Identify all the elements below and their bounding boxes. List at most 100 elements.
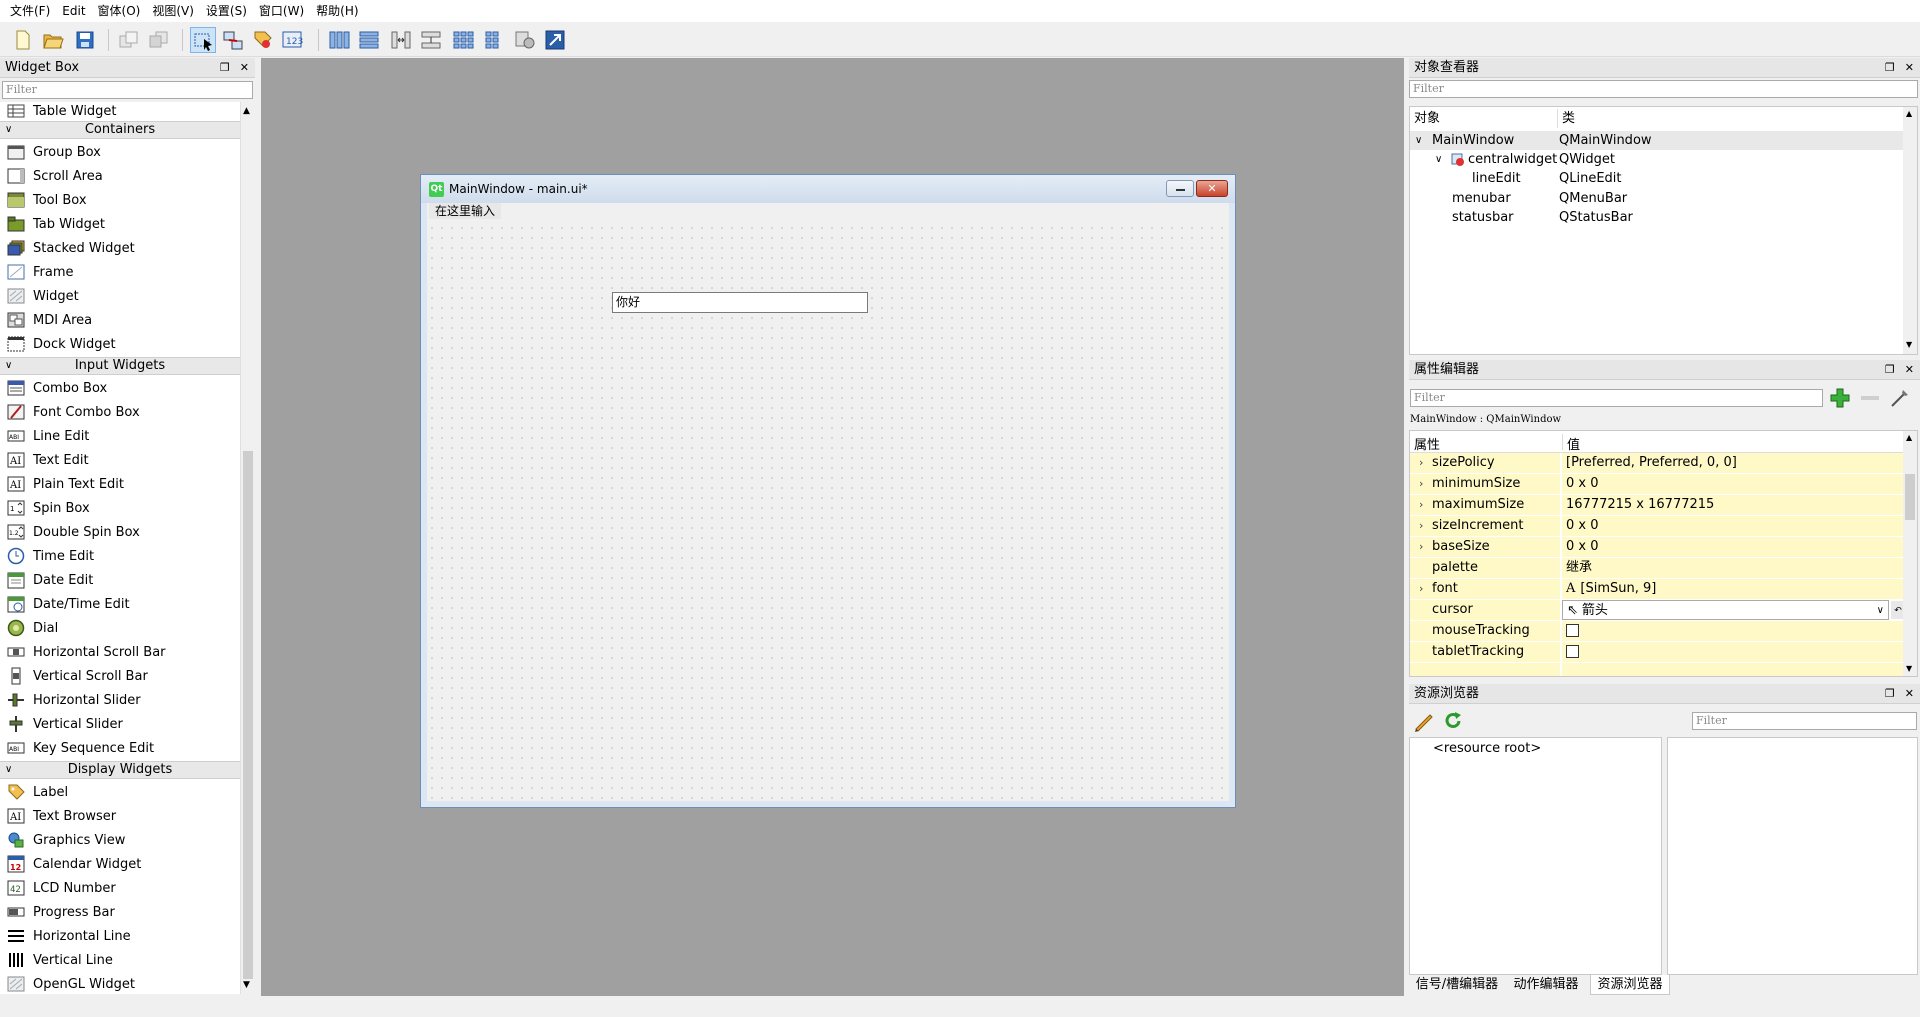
widget-item-graphics-view[interactable]: Graphics View: [0, 828, 240, 852]
widget-item-horizontal-scroll-bar[interactable]: Horizontal Scroll Bar: [0, 640, 240, 664]
scroll-down-icon[interactable]: ▼: [1906, 340, 1912, 349]
widget-item-scroll-area[interactable]: Scroll Area: [0, 164, 240, 188]
layout-splitter-vertical-icon[interactable]: [418, 27, 444, 53]
scroll-down-icon[interactable]: ▼: [1906, 664, 1912, 673]
scrollbar-thumb[interactable]: [243, 451, 253, 979]
tab-resource-browser[interactable]: 资源浏览器: [1590, 975, 1670, 995]
widget-item-time-edit[interactable]: Time Edit: [0, 544, 240, 568]
category-containers[interactable]: ∨ Containers: [0, 121, 240, 139]
resource-browser-filter-input[interactable]: Filter: [1692, 712, 1917, 730]
object-inspector-filter-input[interactable]: Filter: [1409, 80, 1918, 98]
adjust-size-icon[interactable]: [542, 27, 568, 53]
widget-item-line-edit[interactable]: ABI Line Edit: [0, 424, 240, 448]
remove-dynamic-property-icon[interactable]: [1857, 387, 1883, 409]
tab-signal-slot-editor[interactable]: 信号/槽编辑器: [1412, 975, 1502, 995]
widget-item-spin-box[interactable]: 1 Spin Box: [0, 496, 240, 520]
float-icon[interactable]: ❐: [1885, 58, 1895, 78]
tablet-tracking-checkbox[interactable]: [1566, 645, 1579, 658]
widget-item-font-combo-box[interactable]: Font Combo Box: [0, 400, 240, 424]
widget-item-progress-bar[interactable]: Progress Bar: [0, 900, 240, 924]
new-file-icon[interactable]: [10, 27, 36, 53]
layout-vertical-icon[interactable]: [356, 27, 382, 53]
property-row-sizepolicy[interactable]: › sizePolicy [Preferred, Preferred, 0, 0]: [1410, 453, 1917, 474]
layout-grid-icon[interactable]: [450, 27, 476, 53]
edit-widgets-icon[interactable]: [190, 27, 216, 53]
scroll-up-icon[interactable]: ▲: [243, 106, 250, 116]
widget-item-double-spin-box[interactable]: 1.2 Double Spin Box: [0, 520, 240, 544]
property-editor-filter-input[interactable]: Filter: [1410, 389, 1823, 407]
scrollbar-thumb[interactable]: [1905, 474, 1915, 520]
menu-window[interactable]: 窗口(W): [253, 0, 310, 22]
property-row-tablettracking[interactable]: tabletTracking: [1410, 642, 1917, 663]
widget-item-table-widget[interactable]: Table Widget: [0, 102, 240, 123]
widget-item-tab-widget[interactable]: Tab Widget: [0, 212, 240, 236]
menu-help[interactable]: 帮助(H): [310, 0, 364, 22]
layout-form-icon[interactable]: [480, 27, 506, 53]
save-icon[interactable]: [72, 27, 98, 53]
property-row-mousetracking[interactable]: mouseTracking: [1410, 621, 1917, 642]
object-tree-scrollbar[interactable]: ▲ ▼: [1903, 107, 1917, 354]
widget-item-mdi-area[interactable]: MDI Area: [0, 308, 240, 332]
scroll-up-icon[interactable]: ▲: [1906, 109, 1912, 118]
widget-item-plain-text-edit[interactable]: AI Plain Text Edit: [0, 472, 240, 496]
edit-signals-slots-icon[interactable]: [220, 27, 246, 53]
close-icon[interactable]: ✕: [240, 58, 249, 78]
break-layout-icon[interactable]: [512, 27, 538, 53]
add-dynamic-property-icon[interactable]: [1827, 387, 1853, 409]
widget-item-date-edit[interactable]: Date Edit: [0, 568, 240, 592]
widget-item-calendar-widget[interactable]: 12 Calendar Widget: [0, 852, 240, 876]
property-table-scrollbar[interactable]: ▲ ▼: [1903, 431, 1917, 676]
layout-splitter-horizontal-icon[interactable]: [388, 27, 414, 53]
property-row-minimumsize[interactable]: › minimumSize 0 x 0: [1410, 474, 1917, 495]
property-row-basesize[interactable]: › baseSize 0 x 0: [1410, 537, 1917, 558]
widget-item-label[interactable]: Label: [0, 780, 240, 804]
minimize-button[interactable]: [1166, 180, 1194, 197]
widget-item-stacked-widget[interactable]: Stacked Widget: [0, 236, 240, 260]
float-icon[interactable]: ❐: [1885, 360, 1895, 380]
edit-resources-icon[interactable]: [1412, 709, 1436, 733]
open-folder-icon[interactable]: [40, 27, 66, 53]
widget-item-vertical-slider[interactable]: Vertical Slider: [0, 712, 240, 736]
tree-row-mainwindow[interactable]: ∨ MainWindow QMainWindow: [1410, 131, 1905, 150]
widget-item-tool-box[interactable]: Tool Box: [0, 188, 240, 212]
menu-file[interactable]: 文件(F): [4, 0, 56, 22]
widget-item-lcd-number[interactable]: 42 LCD Number: [0, 876, 240, 900]
close-icon[interactable]: ✕: [1905, 360, 1914, 380]
float-icon[interactable]: ❐: [220, 58, 230, 78]
mouse-tracking-checkbox[interactable]: [1566, 624, 1579, 637]
form-window[interactable]: Qt MainWindow - main.ui* ✕ 在这里输入: [420, 174, 1236, 808]
tree-row-lineedit[interactable]: lineEdit QLineEdit: [1410, 169, 1905, 188]
widget-box-filter-input[interactable]: Filter: [2, 81, 253, 99]
reload-icon[interactable]: [1441, 709, 1465, 733]
widget-item-key-sequence-edit[interactable]: ABI Key Sequence Edit: [0, 736, 240, 760]
edit-buddies-icon[interactable]: [250, 27, 276, 53]
widget-item-horizontal-line[interactable]: Horizontal Line: [0, 924, 240, 948]
tree-row-centralwidget[interactable]: ∨ centralwidget QWidget: [1410, 150, 1905, 169]
widget-item-vertical-line[interactable]: Vertical Line: [0, 948, 240, 972]
widget-item-frame[interactable]: Frame: [0, 260, 240, 284]
tree-row-statusbar[interactable]: statusbar QStatusBar: [1410, 208, 1905, 227]
resource-root-item[interactable]: <resource root>: [1433, 741, 1541, 756]
menu-form[interactable]: 窗体(O): [92, 0, 147, 22]
category-input-widgets[interactable]: ∨ Input Widgets: [0, 357, 240, 375]
menu-view[interactable]: 视图(V): [146, 0, 200, 22]
close-icon[interactable]: ✕: [1905, 684, 1914, 704]
widget-item-widget[interactable]: Widget: [0, 284, 240, 308]
cursor-select[interactable]: ⇖ 箭头 ∨: [1562, 600, 1889, 620]
widget-item-dock-widget[interactable]: Dock Widget: [0, 332, 240, 356]
widget-box-scrollbar[interactable]: ▲ ▼: [240, 102, 255, 994]
tab-action-editor[interactable]: 动作编辑器: [1506, 975, 1586, 995]
widget-item-date-time-edit[interactable]: Date/Time Edit: [0, 592, 240, 616]
menu-settings[interactable]: 设置(S): [200, 0, 253, 22]
configure-icon[interactable]: [1887, 387, 1913, 409]
tree-row-menubar[interactable]: menubar QMenuBar: [1410, 189, 1905, 208]
edit-tab-order-icon[interactable]: 123: [280, 27, 306, 53]
widget-item-text-edit[interactable]: AI Text Edit: [0, 448, 240, 472]
layout-horizontal-icon[interactable]: [326, 27, 352, 53]
category-display-widgets[interactable]: ∨ Display Widgets: [0, 761, 240, 779]
close-icon[interactable]: ✕: [1905, 58, 1914, 78]
menu-type-here[interactable]: 在这里输入: [429, 203, 502, 219]
widget-item-group-box[interactable]: Group Box: [0, 140, 240, 164]
widget-item-opengl-widget[interactable]: OpenGL Widget: [0, 972, 240, 994]
widget-item-dial[interactable]: Dial: [0, 616, 240, 640]
